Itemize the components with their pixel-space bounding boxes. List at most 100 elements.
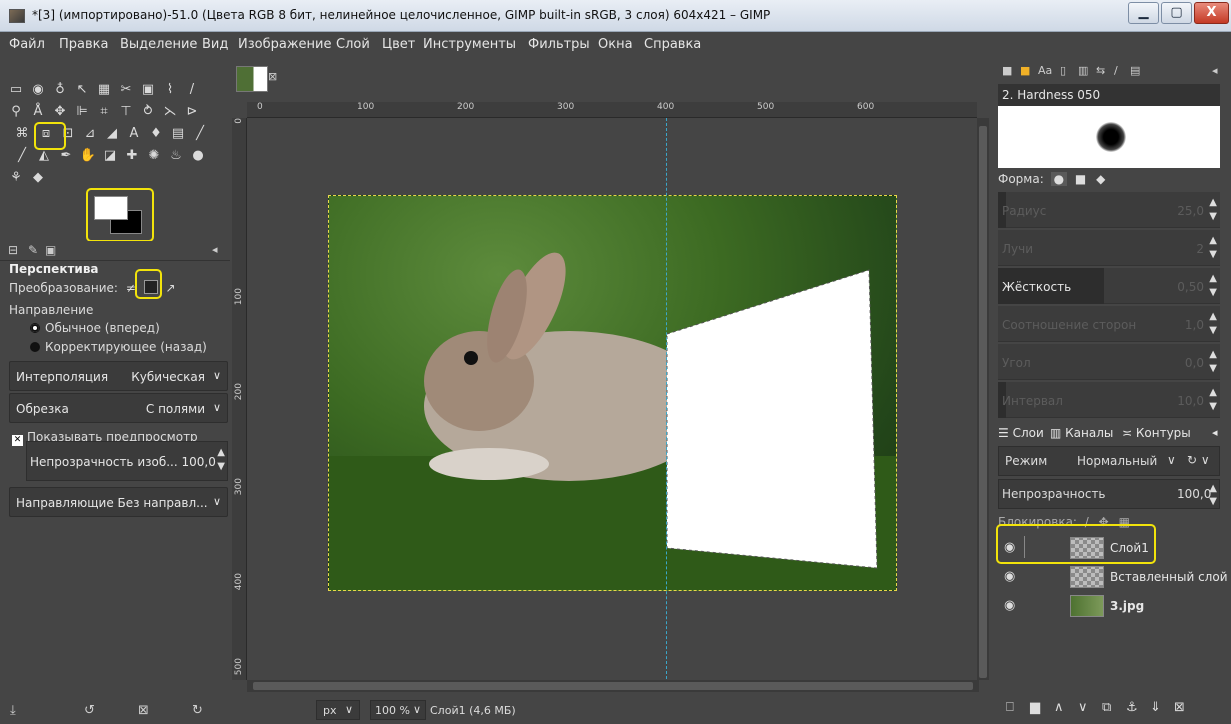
direction-corrective-radio[interactable]: Корректирующее (назад) [30,340,207,354]
crop-icon[interactable]: ⌗ [94,102,114,122]
brush-param-spikes[interactable]: Лучи 2 ▲ ▼ [998,230,1220,266]
warp-icon[interactable]: ⥁ [138,102,158,122]
scissors-icon[interactable]: ✂ [116,80,136,100]
shear-icon[interactable]: ⋋ [160,102,180,122]
move-icon[interactable]: ✥ [50,102,70,122]
brush-icon[interactable]: ╱ [190,124,210,144]
spinner-arrows-icon[interactable]: ▲ ▼ [1209,310,1217,338]
foreground-select-icon[interactable]: ▣ [138,80,158,100]
delete-layer-icon[interactable]: ⊠ [1174,700,1185,715]
menu-image[interactable]: Изображение [238,37,331,52]
layer-opacity-row[interactable]: Непрозрачность 100,0 ▲ ▼ [998,479,1220,509]
tab-channels[interactable]: ▥ Каналы [1050,426,1113,440]
brush-param-radius[interactable]: Радиус 25,0 ▲ ▼ [998,192,1220,228]
merge-layer-icon[interactable]: ⇓ [1150,700,1161,715]
ellipse-select-icon[interactable]: ◉ [28,80,48,100]
menu-layer[interactable]: Слой [336,37,370,52]
dodge-icon[interactable]: ✺ [144,146,164,166]
shape-circle-icon[interactable]: ● [1050,172,1068,186]
scroll-thumb[interactable] [979,126,987,678]
unit-select[interactable]: px ∨ [316,700,360,720]
menu-edit[interactable]: Правка [59,37,108,52]
menu-tools[interactable]: Инструменты [423,37,516,52]
menu-select[interactable]: Выделение [120,37,197,52]
transform-path-icon[interactable]: ↗ [166,281,176,295]
unified-transform-icon[interactable]: ⊤ [116,102,136,122]
free-select-icon[interactable]: ♁ [50,80,70,100]
horizontal-scrollbar[interactable] [247,680,979,692]
close-tab-icon[interactable]: ⊠ [268,70,277,83]
undo-history-tab-icon[interactable]: ▣ [45,243,56,257]
color-picker-icon[interactable]: ♦ [146,124,166,144]
layer-mode-row[interactable]: Режим Нормальный ∨ ↻ ∨ [998,446,1220,476]
eye-icon[interactable]: ◉ [1004,569,1015,584]
tab-paths[interactable]: ≍ Контуры [1122,426,1191,440]
spinner-arrows-icon[interactable]: ▲ ▼ [1209,234,1217,262]
paint-tab-icon[interactable]: / [1114,64,1118,77]
anchor-layer-icon[interactable]: ⚓ [1126,700,1138,715]
zoom-icon[interactable]: ⚲ [6,102,26,122]
spinner-arrows-icon[interactable]: ▲ ▼ [1209,272,1217,300]
airbrush-icon[interactable]: ╱ [12,146,32,166]
brush-param-hardness[interactable]: Жёсткость 0,50 ▲ ▼ [998,268,1220,304]
maximize-button[interactable]: ▢ [1161,2,1192,24]
color-select-icon[interactable]: ▦ [94,80,114,100]
raise-layer-icon[interactable]: ∧ [1054,700,1064,715]
vertical-scrollbar[interactable] [977,118,989,680]
switch-mode-icon[interactable]: ↻ ∨ [1187,453,1210,467]
menu-filters[interactable]: Фильтры [528,37,590,52]
foreground-color-swatch[interactable] [94,196,128,220]
delete-options-icon[interactable]: ⊠ [138,703,149,718]
menu-colors[interactable]: Цвет [382,37,415,52]
interpolation-combo[interactable]: Интерполяция Кубическая ∨ [9,361,228,391]
spinner-arrows-icon[interactable]: ▲ ▼ [1209,482,1217,508]
reset-options-icon[interactable]: ↻ [192,703,203,718]
clone-icon[interactable]: ◪ [100,146,120,166]
brush-tab-icon[interactable]: ■ [1002,64,1012,77]
eye-icon[interactable]: ◉ [1004,598,1015,613]
spinner-arrows-icon[interactable]: ▲ ▼ [1209,196,1217,224]
handle-transform-icon[interactable]: ⊿ [80,124,100,144]
pattern-tab-icon[interactable]: ■ [1020,64,1030,77]
perspective-layer[interactable] [666,269,878,569]
minimize-button[interactable]: ▁ [1128,2,1159,24]
clipping-combo[interactable]: Обрезка С полями ∨ [9,393,228,423]
shape-diamond-icon[interactable]: ◆ [1096,172,1105,186]
rect-select-icon[interactable]: ▭ [6,80,26,100]
shape-square-icon[interactable]: ■ [1075,172,1086,186]
dropper-icon[interactable]: ◆ [28,168,48,188]
gradient-tab-icon[interactable]: ▤ [1130,64,1140,77]
dynamics-tab-icon[interactable]: ⇆ [1096,64,1105,77]
panel-menu-icon[interactable]: ◂ [1212,64,1218,77]
close-button[interactable]: X [1194,2,1229,24]
heal-icon[interactable]: ✚ [122,146,142,166]
restore-options-icon[interactable]: ↺ [84,703,95,718]
font-tab-icon[interactable]: Aa [1038,64,1052,77]
layer-row[interactable]: ◉ 3.jpg [998,592,1223,620]
brush-param-angle[interactable]: Угол 0,0 ▲ ▼ [998,344,1220,380]
spinner-arrows-icon[interactable]: ▲ ▼ [1209,348,1217,376]
flip-icon[interactable]: ⊳ [182,102,202,122]
paint-drop-icon[interactable]: ● [188,146,208,166]
new-layer-icon[interactable]: ⎕ [1006,700,1014,715]
align-icon[interactable]: ⊫ [72,102,92,122]
brush-param-aspect[interactable]: Соотношение сторон 1,0 ▲ ▼ [998,306,1220,342]
scroll-thumb[interactable] [253,682,973,690]
spinner-arrows-icon[interactable]: ▲ ▼ [217,446,225,474]
paths-icon[interactable]: ⌇ [160,80,180,100]
text-icon[interactable]: A [124,124,144,144]
duplicate-layer-icon[interactable]: ⧉ [1102,700,1111,715]
brush-param-spacing[interactable]: Интервал 10,0 ▲ ▼ [998,382,1220,418]
pencil-icon[interactable]: / [182,80,202,100]
menu-help[interactable]: Справка [644,37,701,52]
smudge-icon[interactable]: ✋ [78,146,98,166]
fuzzy-select-icon[interactable]: ↖ [72,80,92,100]
zoom-select[interactable]: 100 % ∨ [370,700,426,720]
cage-icon[interactable]: ⌘ [12,124,32,144]
image-opacity-spinner[interactable]: Непрозрачность изоб... 100,0 ▲ ▼ [26,441,228,481]
menu-view[interactable]: Вид [202,37,228,52]
image-tab[interactable]: ⊠ [232,62,282,98]
vertical-guide[interactable] [666,118,667,679]
menu-file[interactable]: Файл [9,37,45,52]
direction-normal-radio[interactable]: Обычное (вперед) [30,321,160,335]
